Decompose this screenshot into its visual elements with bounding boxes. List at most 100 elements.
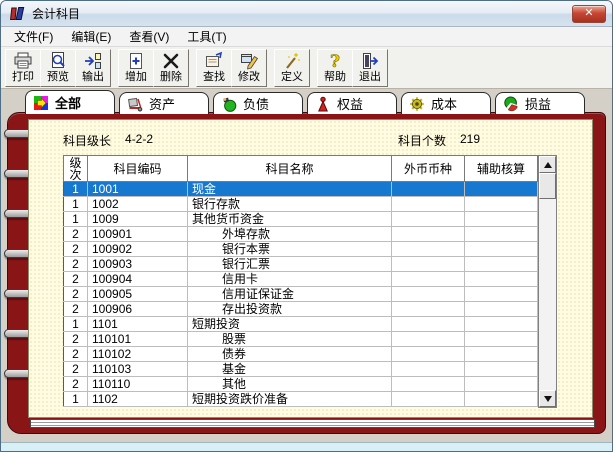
toolbar-button-label: 预览 <box>47 71 69 83</box>
close-button[interactable]: ✕ <box>572 5 606 23</box>
cell-aux <box>464 361 538 377</box>
table-row[interactable]: 1 1002 银行存款 <box>63 196 538 212</box>
find-icon <box>204 51 224 71</box>
category-tab[interactable]: 负债 <box>213 92 303 114</box>
cell-aux <box>464 181 538 197</box>
col-header-code: 科目编码 <box>87 155 188 182</box>
cell-level: 2 <box>63 256 88 272</box>
app-window: 会计科目 ✕ 文件(F) 编辑(E) 查看(V) 工具(T) 打印 预览 输出 … <box>0 0 613 452</box>
scroll-up-button[interactable] <box>539 156 556 173</box>
cell-currency <box>391 301 465 317</box>
table-row[interactable]: 2 100901 外埠存款 <box>63 226 538 242</box>
toolbar-button-label: 查找 <box>203 71 225 83</box>
table-row[interactable]: 2 100904 信用卡 <box>63 271 538 287</box>
subject-count-label: 科目个数 <box>397 134 446 148</box>
cell-name: 基金 <box>187 361 392 377</box>
toolbar-button[interactable]: 打印 <box>5 48 41 87</box>
table-row[interactable]: 2 110110 其他 <box>63 376 538 392</box>
cell-code: 110103 <box>87 361 188 377</box>
cell-currency <box>391 331 465 347</box>
cell-level: 1 <box>63 316 88 332</box>
cell-currency <box>391 391 465 407</box>
cell-level: 2 <box>63 331 88 347</box>
toolbar-button[interactable]: 删除 <box>153 48 189 87</box>
assets-icon <box>127 96 143 112</box>
menu-item[interactable]: 文件(F) <box>5 26 62 47</box>
title-bar[interactable]: 会计科目 ✕ <box>1 1 612 27</box>
toolbar-button[interactable]: 预览 <box>40 48 76 87</box>
menu-item[interactable]: 编辑(E) <box>62 26 120 47</box>
equity-icon <box>315 96 331 112</box>
scroll-thumb[interactable] <box>539 173 556 199</box>
cell-name: 银行汇票 <box>187 256 392 272</box>
cell-code: 100906 <box>87 301 188 317</box>
col-header-aux: 辅助核算 <box>464 155 538 182</box>
cell-currency <box>391 196 465 212</box>
cell-level: 2 <box>63 301 88 317</box>
category-tabs: 全部 资产 负债 权益 成本 损益 <box>25 90 589 114</box>
add-icon <box>126 51 146 71</box>
table-row[interactable]: 1 1101 短期投资 <box>63 316 538 332</box>
table-zone: 级次 科目编码 科目名称 外币币种 辅助核算 1 1001 现金 1 1002 … <box>63 155 592 408</box>
scroll-track[interactable] <box>539 173 556 390</box>
toolbar-button-label: 输出 <box>82 71 104 83</box>
cell-aux <box>464 301 538 317</box>
liabilities-icon <box>221 96 237 112</box>
category-tab-label: 资产 <box>149 97 176 112</box>
cell-currency <box>391 181 465 197</box>
category-tab[interactable]: 成本 <box>401 92 491 114</box>
cell-currency <box>391 376 465 392</box>
toolbar-button-label: 增加 <box>125 71 147 83</box>
table-row[interactable]: 2 110103 基金 <box>63 361 538 377</box>
table-row[interactable]: 2 100902 银行本票 <box>63 241 538 257</box>
cell-aux <box>464 226 538 242</box>
cell-level: 1 <box>63 391 88 407</box>
category-tab-label: 负债 <box>243 97 270 112</box>
subject-level-value: 4-2-2 <box>125 132 154 146</box>
toolbar-button[interactable]: 输出 <box>75 48 111 87</box>
cell-name: 信用证保证金 <box>187 286 392 302</box>
toolbar-button[interactable]: 退出 <box>352 48 388 87</box>
table-row[interactable]: 2 110102 债券 <box>63 346 538 362</box>
table-row[interactable]: 2 100906 存出投资款 <box>63 301 538 317</box>
cell-name: 外埠存款 <box>187 226 392 242</box>
cell-code: 1009 <box>87 211 188 227</box>
cell-name: 债券 <box>187 346 392 362</box>
scroll-down-button[interactable] <box>539 390 556 407</box>
cell-level: 1 <box>63 211 88 227</box>
window-frame-bottom <box>1 442 612 451</box>
category-tab[interactable]: 资产 <box>119 92 209 114</box>
cell-name: 股票 <box>187 331 392 347</box>
define-icon <box>282 51 302 71</box>
content-area: 全部 资产 负债 权益 成本 损益 科目级长 4-2-2 科目个数 219 级次… <box>1 89 612 442</box>
toolbar-button-label: 退出 <box>359 71 381 83</box>
category-tab[interactable]: 全部 <box>25 90 115 114</box>
table-row[interactable]: 1 1001 现金 <box>63 181 538 197</box>
toolbar-button[interactable]: 修改 <box>231 48 267 87</box>
table-row[interactable]: 2 100905 信用证保证金 <box>63 286 538 302</box>
cell-name: 银行存款 <box>187 196 392 212</box>
menu-bar: 文件(F) 编辑(E) 查看(V) 工具(T) <box>1 27 612 47</box>
vertical-scrollbar[interactable] <box>538 155 557 408</box>
cell-aux <box>464 286 538 302</box>
cell-code: 1001 <box>87 181 188 197</box>
toolbar-button[interactable]: 查找 <box>196 48 232 87</box>
toolbar-button[interactable]: 定义 <box>274 48 310 87</box>
category-tab[interactable]: 权益 <box>307 92 397 114</box>
toolbar-button[interactable]: ? 帮助 <box>317 48 353 87</box>
cell-currency <box>391 256 465 272</box>
menu-item-label: 编辑(E) <box>71 30 112 44</box>
col-header-name: 科目名称 <box>187 155 392 182</box>
category-tab[interactable]: 损益 <box>495 92 585 114</box>
cell-aux <box>464 196 538 212</box>
cell-currency <box>391 346 465 362</box>
table-row[interactable]: 1 1102 短期投资跌价准备 <box>63 391 538 407</box>
toolbar-button[interactable]: 增加 <box>118 48 154 87</box>
table-row[interactable]: 2 100903 银行汇票 <box>63 256 538 272</box>
table-row[interactable]: 2 110101 股票 <box>63 331 538 347</box>
help-icon: ? <box>325 51 345 71</box>
table-row[interactable]: 1 1009 其他货币资金 <box>63 211 538 227</box>
menu-item[interactable]: 查看(V) <box>120 26 178 47</box>
menu-item-label: 文件(F) <box>14 30 54 44</box>
menu-item[interactable]: 工具(T) <box>178 26 235 47</box>
